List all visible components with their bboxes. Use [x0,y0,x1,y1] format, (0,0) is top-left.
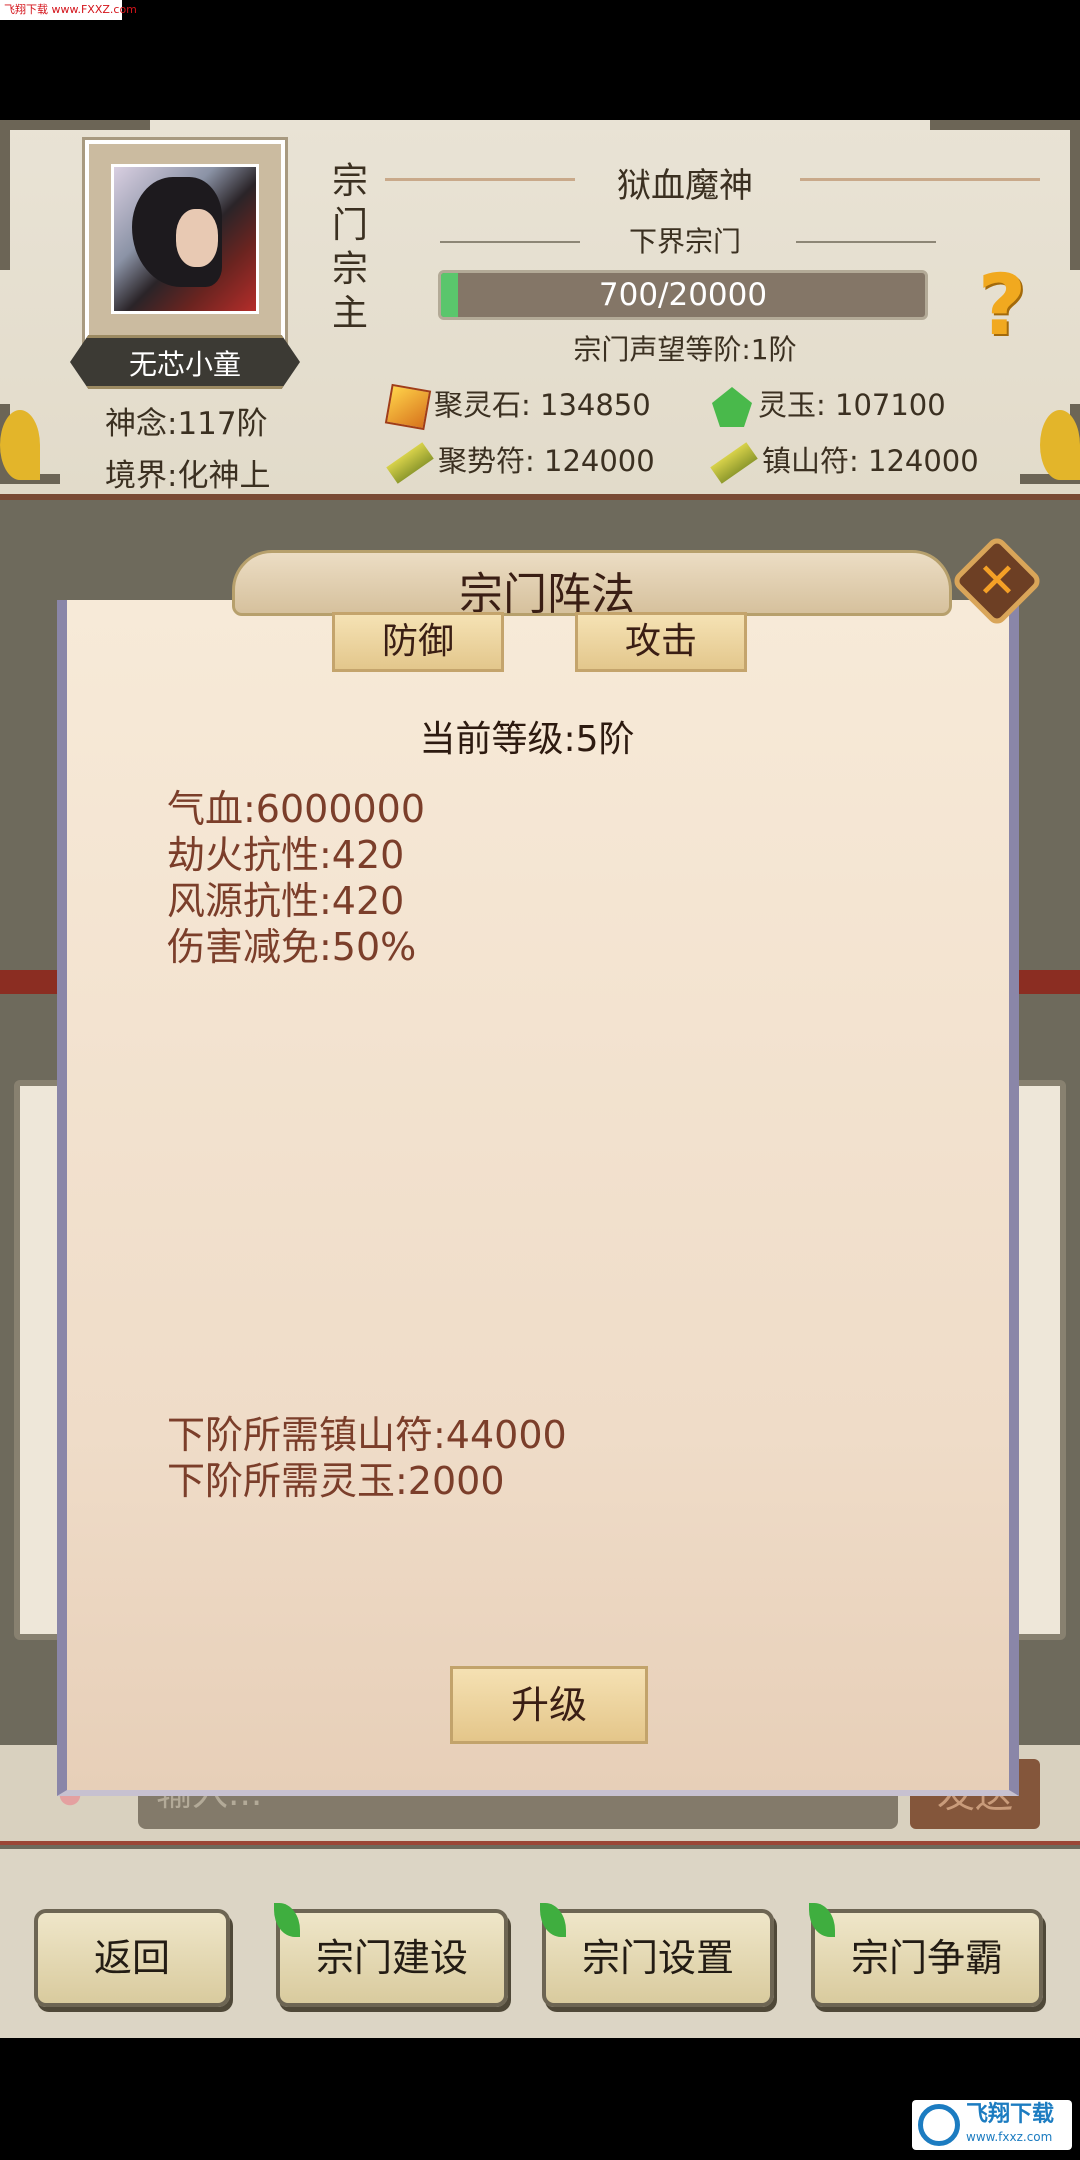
spirit-stone-icon [384,383,432,431]
reputation-level: 宗门声望等阶:1阶 [573,333,797,366]
upgrade-button[interactable]: 升级 [450,1666,648,1744]
talisman-icon [386,442,434,484]
avatar[interactable] [85,140,285,345]
close-icon: ✕ [976,553,1018,609]
close-button[interactable]: ✕ [950,534,1044,628]
resource-lingyu: 灵玉: 107100 [712,382,946,427]
sect-name: 狱血魔神 [617,166,753,206]
back-button[interactable]: 返回 [34,1909,230,2007]
tab-defense[interactable]: 防御 [332,612,504,672]
talisman-icon [710,442,758,484]
sect-header: 无芯小童 神念:117阶 境界:化神上 宗 门 宗 主 狱血魔神 下界宗门 70… [0,120,1080,500]
avatar-portrait [111,164,259,314]
resource-juling: 聚灵石: 134850 [384,382,651,431]
sect-compete-button[interactable]: 宗门争霸 [809,1903,1043,2007]
sect-build-button[interactable]: 宗门建设 [274,1903,508,2007]
reputation-text: 700/20000 [598,277,768,313]
resource-jushi: 聚势符: 124000 [386,438,655,484]
role-title: 宗 门 宗 主 [332,161,369,334]
formation-dialog: 宗门阵法 ✕ 防御 攻击 当前等级:5阶 气血:6000000 劫火抗性:420… [57,534,1044,1796]
divider [800,178,1040,181]
corner-ornament [930,120,1080,270]
leaf-icon [809,1903,835,1937]
reputation-bar: 700/20000 [438,270,928,320]
watermark-top: 飞翔下载 www.FXXZ.com [0,0,137,20]
resource-zhenshan: 镇山符: 124000 [710,438,979,484]
divider [796,241,936,243]
fan-ornament [0,410,40,480]
attribute-damage-reduction: 伤害减免:50% [167,925,417,969]
watermark-bottom: 飞翔下载 www.fxxz.com [912,2100,1072,2150]
divider [385,178,575,181]
leaf-icon [540,1903,566,1937]
player-name: 无芯小童 [70,335,300,389]
fan-ornament [1040,410,1080,480]
sect-tier: 下界宗门 [628,225,741,258]
shennian-stat: 神念:117阶 [105,406,268,442]
leaf-icon [274,1903,300,1937]
tab-attack[interactable]: 攻击 [575,612,747,672]
sect-settings-button[interactable]: 宗门设置 [540,1903,774,2007]
bottom-nav: 返回 宗门建设 宗门设置 宗门争霸 [0,1849,1080,2038]
game-screen: 无芯小童 神念:117阶 境界:化神上 宗 门 宗 主 狱血魔神 下界宗门 70… [0,120,1080,2038]
current-level: 当前等级:5阶 [419,719,635,760]
brand-logo-icon [918,2104,960,2146]
divider [440,241,580,243]
help-icon[interactable]: ? [972,260,1032,350]
jade-icon [712,387,752,427]
requirement-lingyu: 下阶所需灵玉:2000 [167,1459,505,1503]
jingjie-stat: 境界:化神上 [105,458,271,494]
